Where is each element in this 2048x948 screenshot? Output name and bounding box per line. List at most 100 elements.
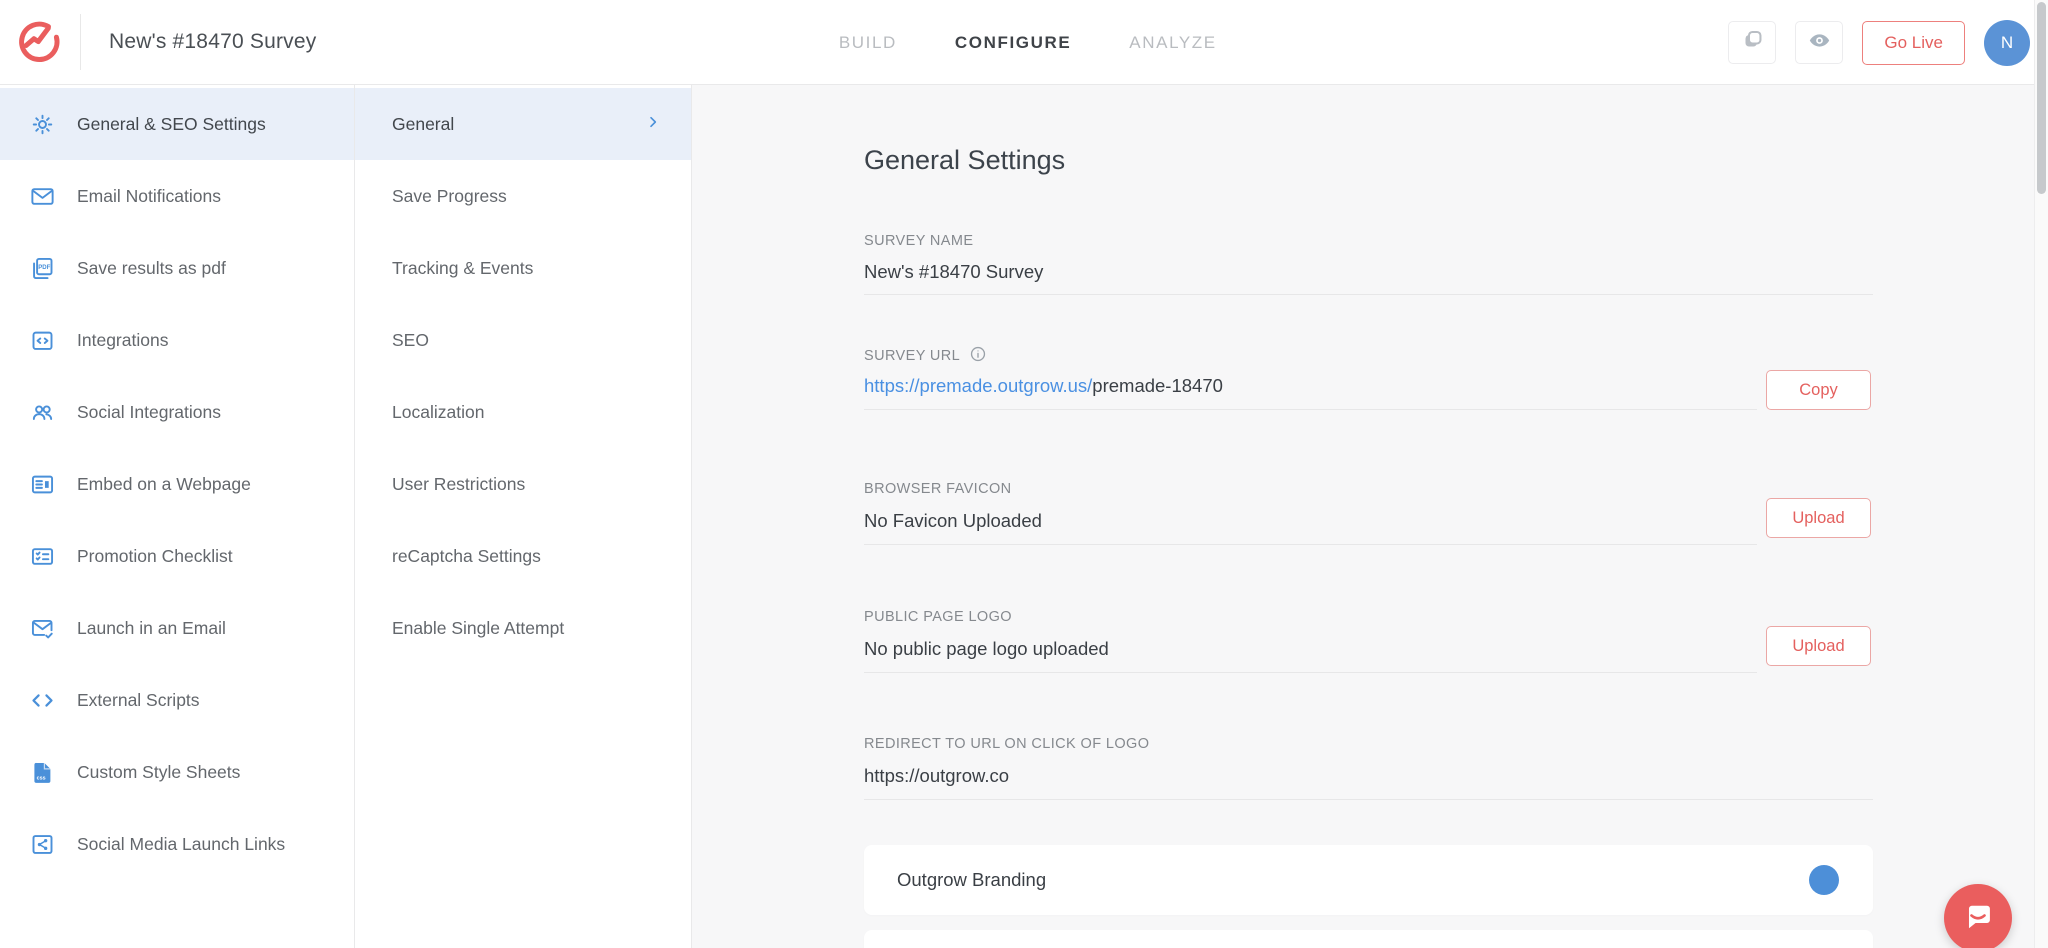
sidebar-item-label: Integrations: [77, 330, 168, 351]
embed-icon: [27, 469, 57, 499]
share-icon: [27, 829, 57, 859]
sidebar-item-label: Social Media Launch Links: [77, 834, 285, 855]
svg-text:css: css: [36, 775, 45, 781]
eye-icon: [1806, 27, 1833, 59]
submenu-item-tracking-events[interactable]: Tracking & Events: [355, 232, 691, 304]
submenu-item-general[interactable]: General: [355, 88, 691, 160]
survey-title: New's #18470 Survey: [109, 30, 316, 54]
browser-favicon-underline: [864, 544, 1757, 545]
submenu-item-label: General: [392, 114, 454, 135]
survey-url-label: SURVEY URL: [864, 345, 987, 367]
survey-url-underline: [864, 409, 1757, 410]
sidebar-item-label: Launch in an Email: [77, 618, 226, 639]
submenu-item-user-restrictions[interactable]: User Restrictions: [355, 448, 691, 520]
general-seo-submenu: General Save Progress Tracking & Events …: [355, 85, 692, 948]
email-launch-icon: [27, 613, 57, 643]
submenu-item-label: Save Progress: [392, 186, 507, 207]
svg-text:PDF: PDF: [38, 265, 50, 271]
outgrow-logo-icon[interactable]: [14, 14, 66, 70]
general-settings-panel: General Settings SURVEY NAME New's #1847…: [692, 85, 2048, 948]
chevron-right-icon: [645, 114, 661, 135]
code-icon: [27, 685, 57, 715]
page-title: General Settings: [864, 145, 1065, 176]
sidebar-item-external-scripts[interactable]: External Scripts: [0, 664, 354, 736]
survey-url-slug[interactable]: premade-18470: [1092, 375, 1223, 396]
go-live-button[interactable]: Go Live: [1862, 21, 1965, 65]
chat-bubble-icon: [1960, 898, 1996, 939]
browser-favicon-value: No Favicon Uploaded: [864, 510, 1042, 532]
redirect-url-underline: [864, 799, 1873, 800]
header-actions: Go Live N: [1728, 0, 2030, 85]
sidebar-item-integrations[interactable]: Integrations: [0, 304, 354, 376]
submenu-item-label: SEO: [392, 330, 429, 351]
submenu-item-label: User Restrictions: [392, 474, 525, 495]
submenu-item-localization[interactable]: Localization: [355, 376, 691, 448]
envelope-icon: [27, 181, 57, 211]
survey-url-label-text: SURVEY URL: [864, 348, 960, 364]
upload-logo-button[interactable]: Upload: [1766, 626, 1871, 666]
css-file-icon: css: [27, 757, 57, 787]
sidebar-item-label: Embed on a Webpage: [77, 474, 251, 495]
sidebar-item-label: Custom Style Sheets: [77, 762, 240, 783]
submenu-item-seo[interactable]: SEO: [355, 304, 691, 376]
submenu-item-label: reCaptcha Settings: [392, 546, 541, 567]
public-page-logo-underline: [864, 672, 1757, 673]
toggle-knob: [1809, 865, 1839, 895]
gear-icon: [27, 109, 57, 139]
top-header: New's #18470 Survey BUILD CONFIGURE ANAL…: [0, 0, 2048, 85]
integrations-icon: [27, 325, 57, 355]
sidebar-item-social-media-launch-links[interactable]: Social Media Launch Links: [0, 808, 354, 880]
redirect-url-input[interactable]: https://outgrow.co: [864, 765, 1009, 787]
tab-configure[interactable]: CONFIGURE: [955, 33, 1071, 53]
preview-button[interactable]: [1795, 21, 1843, 64]
pdf-icon: PDF: [27, 253, 57, 283]
submenu-item-save-progress[interactable]: Save Progress: [355, 160, 691, 232]
survey-name-label: SURVEY NAME: [864, 233, 973, 249]
submenu-item-label: Tracking & Events: [392, 258, 533, 279]
survey-name-input[interactable]: New's #18470 Survey: [864, 261, 1043, 283]
checklist-icon: [27, 541, 57, 571]
sidebar-item-custom-style-sheets[interactable]: css Custom Style Sheets: [0, 736, 354, 808]
avatar[interactable]: N: [1984, 20, 2030, 66]
settings-sidebar: General & SEO Settings Email Notificatio…: [0, 85, 355, 948]
submenu-item-recaptcha-settings[interactable]: reCaptcha Settings: [355, 520, 691, 592]
sidebar-item-general-seo-settings[interactable]: General & SEO Settings: [0, 88, 354, 160]
submenu-item-label: Enable Single Attempt: [392, 618, 564, 639]
redirect-url-label: REDIRECT TO URL ON CLICK OF LOGO: [864, 736, 1149, 752]
sidebar-item-label: General & SEO Settings: [77, 114, 266, 135]
sidebar-item-label: Promotion Checklist: [77, 546, 233, 567]
outgrow-branding-card: Outgrow Branding: [864, 845, 1873, 915]
clone-view-button[interactable]: [1728, 21, 1776, 64]
public-page-logo-label: PUBLIC PAGE LOGO: [864, 609, 1012, 625]
sidebar-item-save-results-pdf[interactable]: PDF Save results as pdf: [0, 232, 354, 304]
tab-analyze[interactable]: ANALYZE: [1129, 33, 1216, 53]
sidebar-item-email-notifications[interactable]: Email Notifications: [0, 160, 354, 232]
upload-favicon-button[interactable]: Upload: [1766, 498, 1871, 538]
submenu-item-label: Localization: [392, 402, 484, 423]
header-left: New's #18470 Survey: [0, 14, 316, 70]
info-icon[interactable]: [969, 345, 987, 367]
sidebar-item-promotion-checklist[interactable]: Promotion Checklist: [0, 520, 354, 592]
tab-build[interactable]: BUILD: [839, 33, 897, 53]
next-settings-card: [864, 930, 1873, 948]
browser-favicon-label: BROWSER FAVICON: [864, 481, 1012, 497]
page-scrollbar-thumb[interactable]: [2037, 2, 2046, 194]
outgrow-branding-toggle[interactable]: [1789, 870, 1837, 890]
outgrow-branding-label: Outgrow Branding: [897, 869, 1046, 891]
sidebar-item-launch-email[interactable]: Launch in an Email: [0, 592, 354, 664]
submenu-item-enable-single-attempt[interactable]: Enable Single Attempt: [355, 592, 691, 664]
survey-url-link[interactable]: https://premade.outgrow.us/: [864, 375, 1092, 396]
mode-tabs: BUILD CONFIGURE ANALYZE: [839, 0, 1217, 85]
sidebar-item-label: Save results as pdf: [77, 258, 226, 279]
survey-url-value: https://premade.outgrow.us/premade-18470: [864, 375, 1223, 397]
sidebar-item-social-integrations[interactable]: Social Integrations: [0, 376, 354, 448]
clone-icon: [1739, 27, 1765, 58]
header-divider: [80, 14, 81, 70]
sidebar-item-label: External Scripts: [77, 690, 200, 711]
sidebar-item-label: Email Notifications: [77, 186, 221, 207]
page-scrollbar-track[interactable]: [2034, 0, 2048, 948]
copy-url-button[interactable]: Copy: [1766, 370, 1871, 410]
support-chat-button[interactable]: [1944, 884, 2012, 948]
users-icon: [27, 397, 57, 427]
sidebar-item-embed-webpage[interactable]: Embed on a Webpage: [0, 448, 354, 520]
